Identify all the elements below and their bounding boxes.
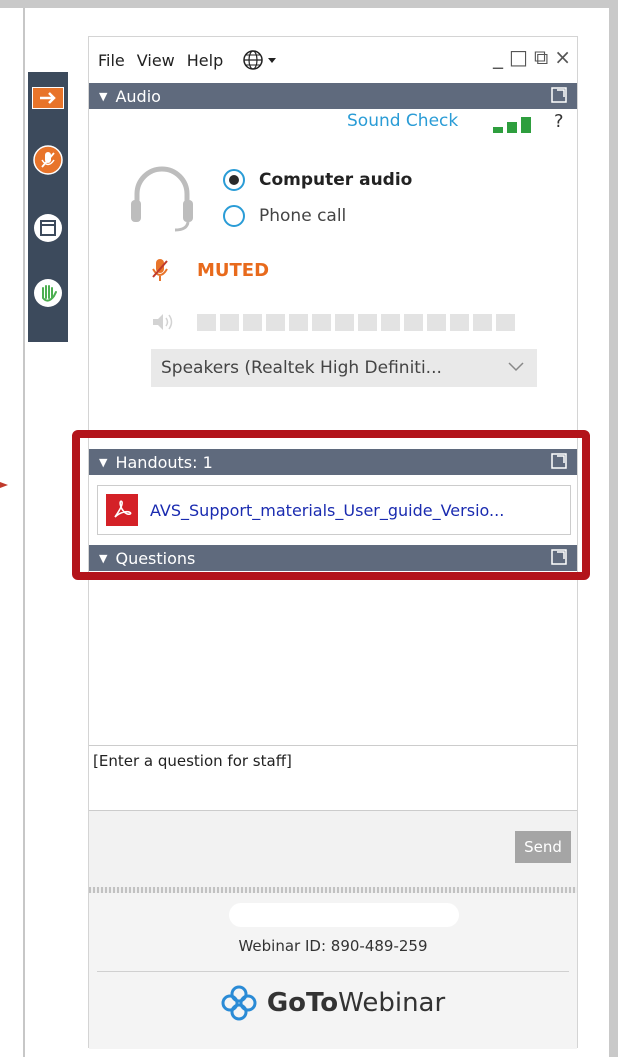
computer-audio-label: Computer audio (259, 170, 413, 190)
collapse-triangle-icon: ▼ (99, 89, 108, 103)
audio-section-header[interactable]: ▼ Audio (89, 83, 577, 109)
volume-segment (289, 313, 308, 331)
speaker-device-select[interactable]: Speakers (Realtek High Definiti... (151, 349, 537, 387)
phone-call-label: Phone call (259, 206, 347, 226)
volume-segment (473, 313, 492, 331)
audio-signal-icon (493, 117, 531, 133)
headset-icon (131, 166, 193, 232)
phone-call-radio[interactable] (223, 205, 245, 227)
footer-divider (97, 971, 569, 972)
gotowebinar-logo: GoToWebinar (89, 985, 577, 1021)
radio-selected-dot (229, 175, 239, 185)
volume-segment (450, 313, 469, 331)
speaker-volume-meter (151, 312, 515, 332)
webinar-id: Webinar ID: 890-489-259 (238, 937, 428, 955)
collapse-panel-button[interactable] (32, 82, 64, 114)
handouts-highlight-box (72, 430, 590, 580)
computer-audio-radio[interactable] (223, 169, 245, 191)
sound-check-link[interactable]: Sound Check (347, 111, 458, 131)
panel-footer: Webinar ID: 890-489-259 GoToWebinar (89, 893, 577, 1049)
menu-bar: File View Help _ □ ⧉ × (89, 37, 577, 83)
popout-button[interactable]: ⧉ (534, 47, 548, 67)
gotowebinar-flower-icon (221, 985, 257, 1021)
volume-segment (220, 313, 239, 331)
window-frame-top (0, 0, 618, 8)
audio-section-title: Audio (115, 86, 161, 106)
volume-level-bars (197, 313, 515, 331)
arrow-right-icon (32, 87, 64, 109)
window-frame-right (609, 0, 618, 1057)
speaker-icon (153, 314, 173, 330)
language-menu-button[interactable] (242, 49, 277, 71)
caret-down-icon (268, 58, 277, 63)
menu-view[interactable]: View (128, 51, 178, 70)
brand-goto: GoTo (266, 988, 339, 1018)
volume-segment (312, 313, 331, 331)
microphone-muted-icon (152, 259, 168, 281)
control-panel-strip (28, 72, 68, 342)
window-controls: _ □ ⧉ × (493, 47, 571, 67)
volume-segment (381, 313, 400, 331)
menu-file[interactable]: File (89, 51, 128, 70)
audio-help-button[interactable]: ? (554, 111, 564, 132)
microphone-toggle-button[interactable] (32, 144, 64, 176)
mute-status[interactable]: MUTED (151, 257, 269, 283)
volume-segment (243, 313, 262, 331)
microphone-muted-icon (33, 145, 63, 175)
volume-segment (404, 313, 423, 331)
minimize-button[interactable]: _ (493, 47, 503, 67)
maximize-button[interactable]: □ (509, 47, 528, 67)
volume-segment (427, 313, 446, 331)
globe-icon (243, 50, 263, 70)
volume-segment (335, 313, 354, 331)
speaker-device-value: Speakers (Realtek High Definiti... (161, 358, 442, 378)
volume-segment (266, 313, 285, 331)
muted-label: MUTED (197, 259, 270, 281)
phone-call-option[interactable]: Phone call (223, 205, 346, 227)
brand-webinar: Webinar (338, 988, 446, 1018)
redacted-field (229, 903, 459, 927)
menu-help[interactable]: Help (178, 51, 226, 70)
volume-segment (358, 313, 377, 331)
question-input[interactable]: [Enter a question for staff] (89, 745, 577, 811)
screen-window-icon (34, 214, 62, 242)
raise-hand-icon (34, 279, 62, 307)
raise-hand-button[interactable] (32, 277, 64, 309)
send-area: Send (89, 811, 577, 887)
send-button[interactable]: Send (515, 831, 571, 863)
question-input-placeholder: [Enter a question for staff] (93, 752, 292, 770)
volume-segment (197, 313, 216, 331)
computer-audio-option[interactable]: Computer audio (223, 169, 412, 191)
screen-view-button[interactable] (32, 212, 64, 244)
close-button[interactable]: × (554, 47, 571, 67)
arrow-tip-icon (0, 482, 8, 488)
chevron-down-icon (508, 362, 524, 372)
popout-icon[interactable] (551, 87, 567, 103)
volume-segment (496, 313, 515, 331)
window-frame-left (23, 8, 25, 1057)
